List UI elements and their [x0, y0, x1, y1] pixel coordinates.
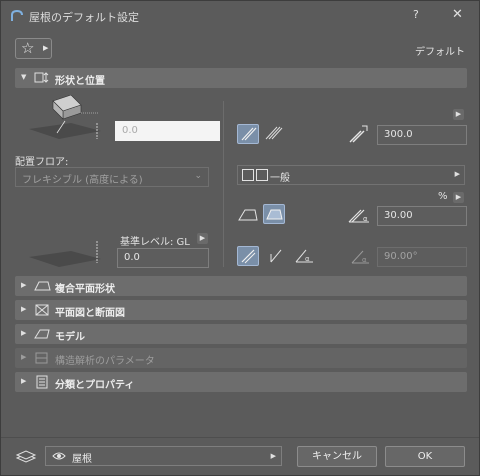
panel-geometry-label: 形状と位置	[55, 76, 105, 87]
edge-perpendicular-icon	[241, 249, 256, 264]
roof-top-offset-diagram	[29, 95, 101, 139]
panel-classification-label: 分類とプロパティ	[55, 380, 135, 391]
panel-divider	[223, 101, 224, 267]
archicad-logo-icon	[11, 9, 23, 21]
edge-perpendicular-button[interactable]	[237, 246, 259, 266]
svg-text:α: α	[363, 215, 368, 223]
structural-analysis-icon	[35, 352, 48, 364]
thickness-menu-button[interactable]: ▶	[453, 109, 464, 120]
plane-roof-icon	[241, 127, 257, 141]
structure-swatch-icon	[256, 169, 268, 181]
svg-text:α: α	[362, 256, 367, 264]
pitch-field[interactable]: 30.00	[377, 206, 467, 226]
panel-floor-section-label: 平面図と断面図	[55, 308, 125, 319]
title-bar: 屋根のデフォルト設定 ? ✕	[1, 1, 479, 31]
chevron-down-icon: ⌄	[194, 171, 202, 181]
composite-roof-button[interactable]	[263, 124, 285, 144]
home-floor-label: 配置フロア:	[15, 157, 69, 168]
ref-level-menu-button[interactable]: ▶	[197, 233, 208, 244]
chevron-right-icon: ▶	[270, 452, 276, 460]
chevron-right-icon: ▶	[21, 353, 27, 361]
floor-plan-section-icon	[35, 304, 49, 316]
roof-base-level-diagram	[29, 241, 101, 267]
chevron-right-icon: ▶	[21, 329, 27, 337]
structure-select[interactable]: 一般 ▶	[237, 165, 465, 185]
model-icon	[34, 329, 50, 339]
layer-select[interactable]: 屋根 ▶	[45, 446, 282, 466]
edge-angle-field[interactable]: 90.00°	[377, 247, 467, 267]
panel-structural-analysis-header: ▶ 構造解析のパラメータ	[15, 348, 467, 368]
panel-complex-plane-header[interactable]: ▶ 複合平面形状	[15, 276, 467, 296]
panel-geometry-header[interactable]: ▼ 形状と位置	[15, 68, 467, 88]
panel-model-label: モデル	[55, 332, 85, 343]
chevron-right-icon: ▶	[21, 281, 27, 289]
plane-roof-button[interactable]	[237, 124, 259, 144]
panel-model-header[interactable]: ▶ モデル	[15, 324, 467, 344]
ok-button[interactable]: OK	[385, 446, 465, 467]
slope-toggle-button[interactable]	[263, 204, 285, 224]
favorites-button[interactable]: ☆ ▶	[15, 38, 52, 59]
edge-vertical-icon[interactable]	[267, 247, 285, 265]
panel-complex-plane-label: 複合平面形状	[55, 284, 115, 295]
chevron-right-icon: ▶	[21, 377, 27, 385]
classification-properties-icon	[36, 375, 48, 389]
pitch-angle-icon: α	[348, 209, 369, 223]
panel-floor-section-header[interactable]: ▶ 平面図と断面図	[15, 300, 467, 320]
roof-default-settings-dialog: 屋根のデフォルト設定 ? ✕ ☆ ▶ デフォルト ▼ 形状と位置 0.0 配置フ…	[0, 0, 480, 476]
svg-text:α: α	[305, 255, 310, 263]
percent-label: %	[438, 191, 448, 202]
window-title: 屋根のデフォルト設定	[29, 11, 139, 24]
panel-classification-header[interactable]: ▶ 分類とプロパティ	[15, 372, 467, 392]
cancel-button[interactable]: キャンセル	[297, 446, 377, 467]
composite-roof-icon	[265, 126, 283, 140]
home-floor-select[interactable]: フレキシブル (高度による) ⌄	[15, 167, 209, 187]
panel-structural-analysis-label: 構造解析のパラメータ	[55, 356, 155, 367]
footer-divider	[1, 437, 479, 438]
layer-name: 屋根	[72, 454, 92, 465]
ref-level-label: 基準レベル: GL	[120, 237, 190, 248]
edge-custom-angle-icon[interactable]: α	[293, 247, 315, 265]
chevron-down-icon: ▼	[21, 73, 27, 81]
geometry-position-icon	[34, 72, 49, 83]
edge-angle-icon: α	[351, 250, 369, 264]
pitch-up-icon[interactable]	[237, 205, 259, 223]
top-offset-field[interactable]: 0.0	[115, 121, 220, 141]
structure-label: 一般	[270, 173, 290, 184]
chevron-right-icon: ▶	[21, 305, 27, 313]
ref-level-field[interactable]: 0.0	[117, 248, 209, 268]
home-floor-value: フレキシブル (高度による)	[22, 175, 143, 186]
star-icon: ☆	[21, 39, 35, 57]
close-button[interactable]: ✕	[452, 7, 463, 22]
eye-icon	[52, 452, 66, 460]
thickness-field[interactable]: 300.0	[377, 125, 467, 145]
pitch-down-icon	[266, 209, 283, 220]
structure-swatch-icon	[242, 169, 254, 181]
pitch-unit-menu-button[interactable]: ▶	[453, 192, 464, 203]
layer-icon	[15, 450, 37, 463]
chevron-right-icon: ▶	[454, 170, 460, 178]
help-button[interactable]: ?	[413, 8, 419, 21]
complex-plane-icon	[34, 281, 51, 291]
thickness-icon	[349, 125, 368, 143]
chevron-right-icon: ▶	[43, 44, 49, 52]
default-label: デフォルト	[415, 47, 465, 58]
